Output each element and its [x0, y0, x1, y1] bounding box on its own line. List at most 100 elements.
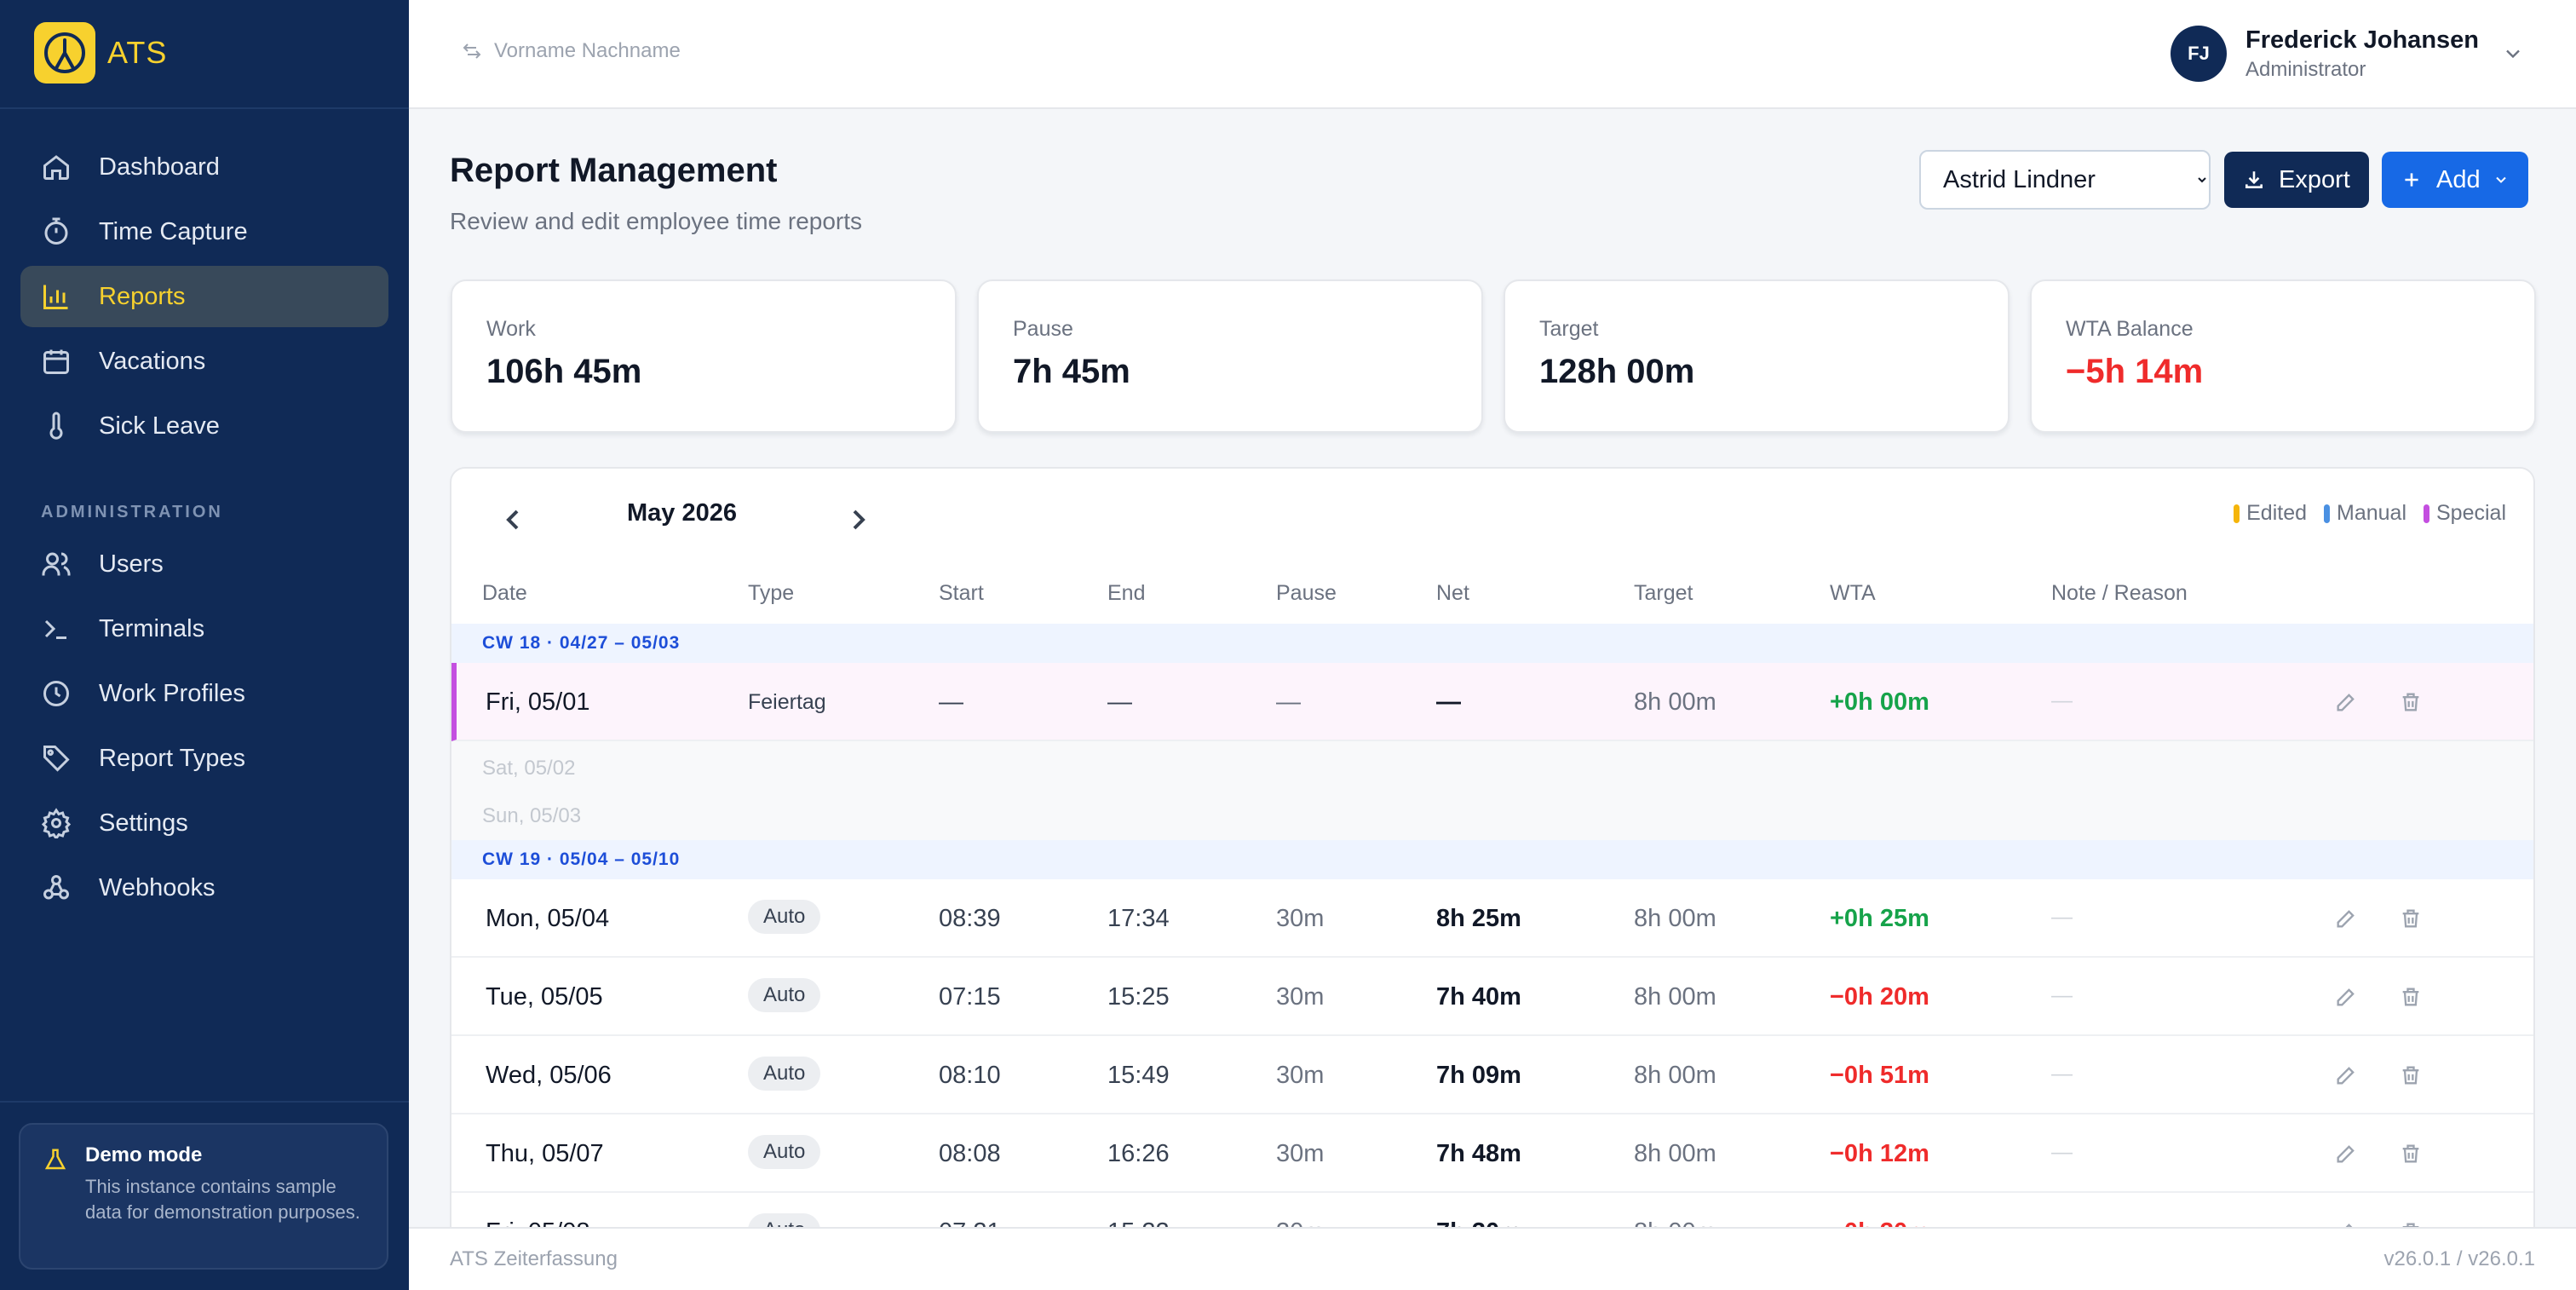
trash-icon[interactable] [2399, 1063, 2423, 1087]
employee-switch[interactable]: Vorname Nachname [462, 39, 681, 63]
demo-text: This instance contains sample data for d… [85, 1176, 360, 1223]
topbar: Vorname Nachname FJ Frederick Johansen A… [409, 0, 2576, 109]
page-title: Report Management [450, 152, 778, 189]
employee-select[interactable]: Astrid Lindner [1919, 150, 2211, 210]
row-wta: −0h 12m [1830, 1140, 1929, 1167]
sidebar-divider [0, 1101, 409, 1103]
col-start[interactable]: Start [939, 581, 984, 606]
trash-icon[interactable] [2399, 907, 2423, 930]
sidebar-divider [0, 107, 409, 109]
table-row[interactable]: Mon, 05/04 Auto 08:39 17:34 30m 8h 25m 8… [451, 879, 2533, 958]
col-net[interactable]: Net [1436, 581, 1469, 606]
summary-card-work: Work 106h 45m [451, 279, 957, 433]
row-date: Mon, 05/04 [486, 905, 610, 932]
edit-icon[interactable] [2334, 690, 2358, 714]
footer: ATS Zeiterfassung v26.0.1 / v26.0.1 [409, 1227, 2576, 1290]
row-type-badge: Auto [748, 900, 821, 934]
sidebar-item-label: Sick Leave [99, 412, 220, 440]
brand-name: ATS [107, 35, 168, 70]
table-row[interactable]: Wed, 05/06 Auto 08:10 15:49 30m 7h 09m 8… [451, 1036, 2533, 1114]
logo-icon [34, 22, 95, 84]
row-start: 08:39 [939, 905, 1001, 932]
row-note: — [2051, 983, 2073, 1007]
sidebar-item-reports[interactable]: Reports [20, 266, 388, 327]
row-start: 08:10 [939, 1062, 1001, 1089]
sidebar-item-webhooks[interactable]: Webhooks [20, 857, 388, 919]
row-target: 8h 00m [1634, 1062, 1716, 1089]
col-end[interactable]: End [1107, 581, 1145, 606]
chevron-right-icon[interactable] [842, 503, 876, 537]
sidebar-item-time-capture[interactable]: Time Capture [20, 201, 388, 262]
sidebar-item-dashboard[interactable]: Dashboard [20, 136, 388, 198]
sidebar-item-label: Report Types [99, 744, 245, 772]
row-pause: 30m [1276, 1140, 1325, 1167]
sidebar-item-label: Dashboard [99, 153, 220, 181]
table-row[interactable]: Tue, 05/05 Auto 07:15 15:25 30m 7h 40m 8… [451, 958, 2533, 1036]
brand[interactable]: ATS [34, 22, 167, 84]
user-menu[interactable]: FJ Frederick Johansen Administrator [2171, 26, 2525, 82]
row-end: 15:49 [1107, 1062, 1170, 1089]
calendar-icon [43, 349, 69, 374]
col-wta[interactable]: WTA [1830, 581, 1876, 606]
row-end: 17:34 [1107, 905, 1170, 932]
edit-icon[interactable] [2334, 1142, 2358, 1166]
row-start: 07:15 [939, 983, 1001, 1011]
sidebar-item-label: Terminals [99, 614, 205, 642]
summary-card-wta-balance: WTA Balance −5h 14m [2030, 279, 2536, 433]
edit-icon[interactable] [2334, 985, 2358, 1009]
sidebar: ATS Dashboard Time Capture Reports Vacat… [0, 0, 409, 1290]
sidebar-item-users[interactable]: Users [20, 533, 388, 595]
add-button[interactable]: Add [2382, 152, 2528, 208]
sidebar-item-vacations[interactable]: Vacations [20, 331, 388, 392]
col-pause[interactable]: Pause [1276, 581, 1337, 606]
trash-icon[interactable] [2399, 1142, 2423, 1166]
sidebar-item-report-types[interactable]: Report Types [20, 728, 388, 789]
card-value: −5h 14m [2066, 353, 2204, 390]
export-button[interactable]: Export [2224, 152, 2369, 208]
chevron-left-icon[interactable] [496, 503, 530, 537]
sidebar-item-work-profiles[interactable]: Work Profiles [20, 663, 388, 724]
card-label: Pause [1013, 317, 1073, 341]
card-label: WTA Balance [2066, 317, 2194, 341]
sidebar-item-terminals[interactable]: Terminals [20, 598, 388, 659]
week-header-cw18: CW 18 · 04/27 – 05/03 [451, 624, 2533, 663]
row-wta: −0h 20m [1830, 983, 1929, 1011]
card-value: 106h 45m [486, 353, 642, 390]
row-note: — [2051, 1140, 2073, 1164]
table-row-weekend: Sun, 05/03 [451, 791, 2533, 840]
col-target[interactable]: Target [1634, 581, 1693, 606]
legend-special: Special [2424, 501, 2506, 526]
flask-icon [44, 1149, 66, 1170]
row-start: 08:08 [939, 1140, 1001, 1167]
gear-icon [41, 808, 72, 838]
sidebar-item-label: Reports [99, 282, 186, 310]
export-label: Export [2279, 165, 2350, 193]
row-pause: 30m [1276, 1062, 1325, 1089]
month-label: May 2026 [627, 499, 737, 527]
legend-edited: Edited [2234, 501, 2307, 526]
row-net: 7h 40m [1436, 983, 1521, 1011]
card-value: 7h 45m [1013, 353, 1130, 390]
users-icon [42, 552, 71, 576]
plus-icon [2405, 173, 2418, 187]
sidebar-item-settings[interactable]: Settings [20, 792, 388, 854]
col-note[interactable]: Note / Reason [2051, 581, 2188, 606]
avatar: FJ [2171, 26, 2227, 82]
col-date[interactable]: Date [482, 581, 527, 606]
edit-icon[interactable] [2334, 907, 2358, 930]
download-icon [2245, 171, 2263, 188]
col-type[interactable]: Type [748, 581, 794, 606]
row-start: — [939, 688, 963, 716]
terminal-icon [44, 619, 66, 639]
trash-icon[interactable] [2399, 690, 2423, 714]
sidebar-item-sick-leave[interactable]: Sick Leave [20, 395, 388, 457]
table-row[interactable]: Thu, 05/07 Auto 08:08 16:26 30m 7h 48m 8… [451, 1114, 2533, 1193]
row-date: Fri, 05/01 [486, 688, 590, 716]
sidebar-item-label: Time Capture [99, 217, 248, 245]
row-end: 16:26 [1107, 1140, 1170, 1167]
trash-icon[interactable] [2399, 985, 2423, 1009]
row-type-badge: Auto [748, 1057, 821, 1091]
table-row[interactable]: Fri, 05/01 Feiertag — — — — 8h 00m +0h 0… [451, 663, 2533, 741]
row-wta: +0h 00m [1830, 688, 1929, 716]
edit-icon[interactable] [2334, 1063, 2358, 1087]
